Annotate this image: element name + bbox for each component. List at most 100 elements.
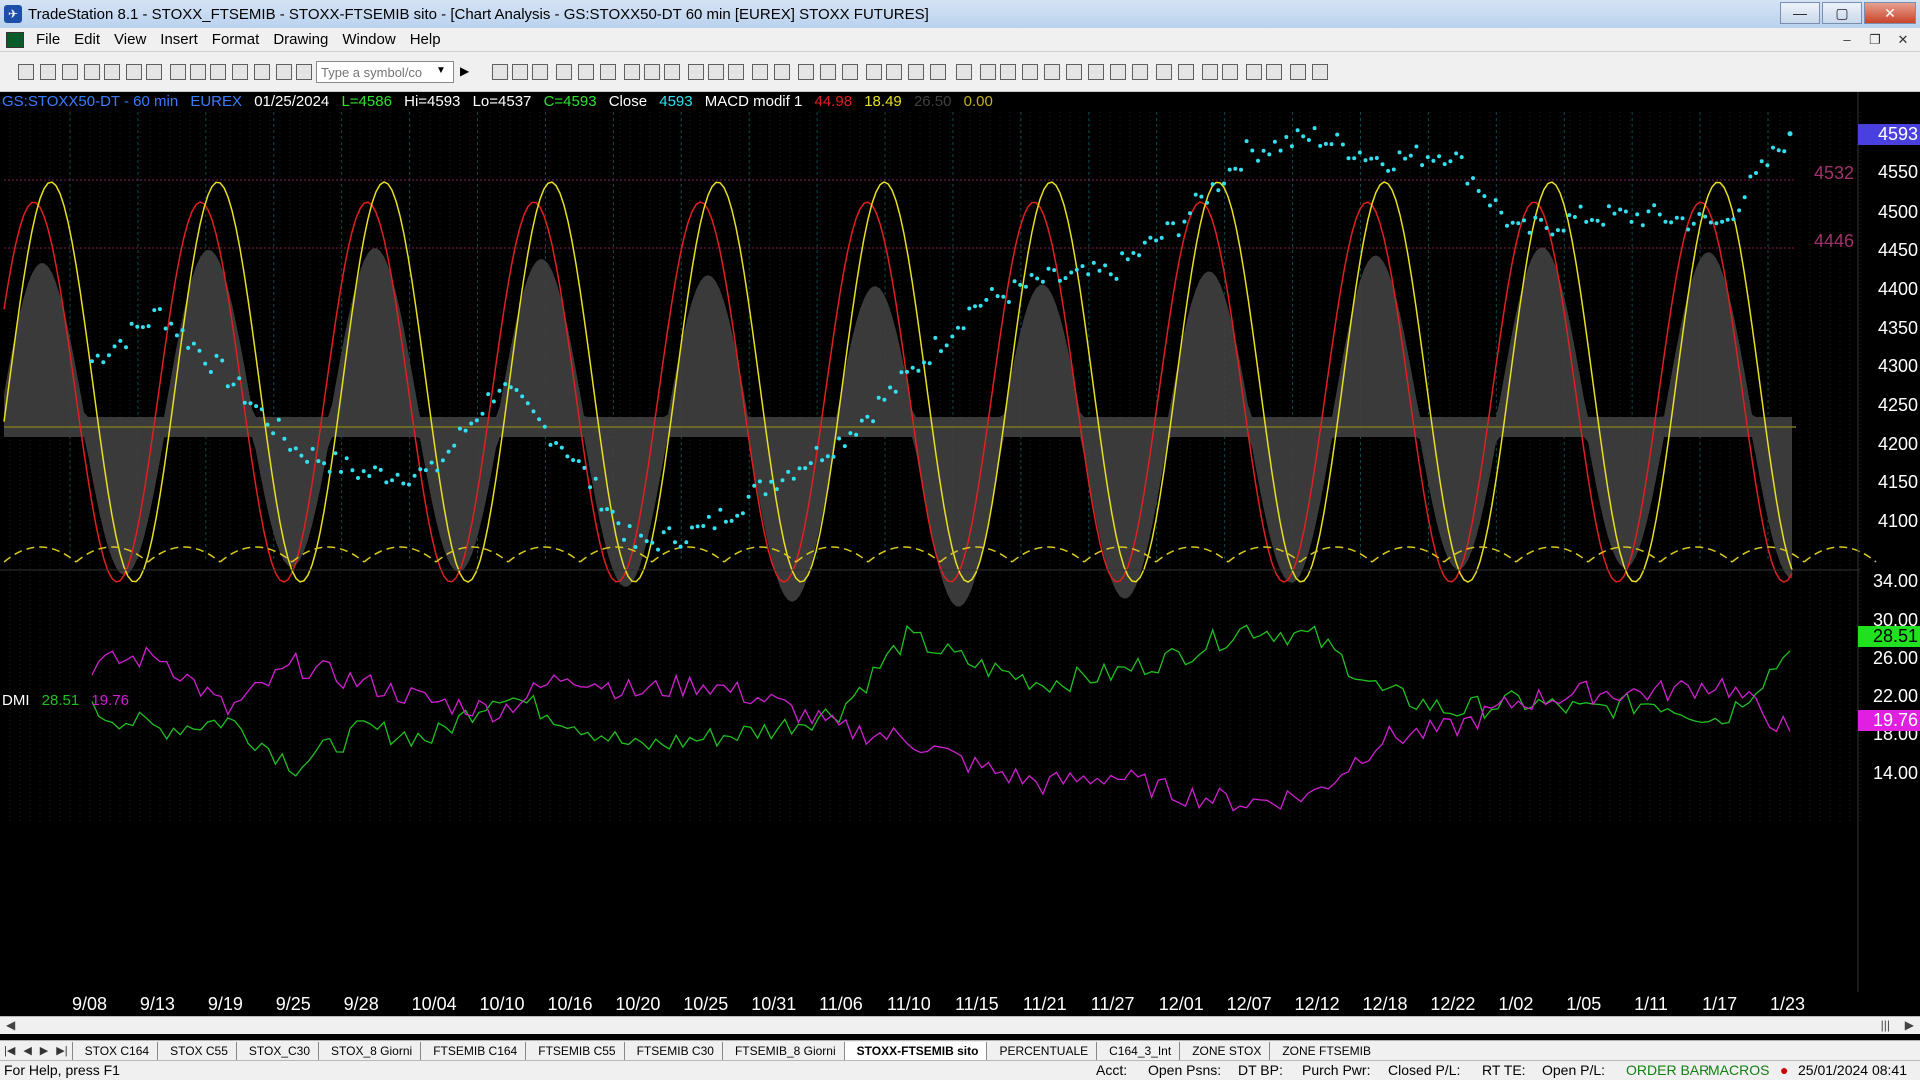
menu-insert[interactable]: Insert bbox=[156, 31, 208, 48]
tab-ftsemib-c30[interactable]: FTSEMIB C30 bbox=[623, 1041, 722, 1060]
chevron-down-icon[interactable]: ▼ bbox=[436, 65, 446, 76]
toolbar-tool-icon[interactable] bbox=[104, 64, 120, 80]
toolbar-tool-icon[interactable] bbox=[210, 64, 226, 80]
toolbar-tool-icon[interactable] bbox=[798, 64, 814, 80]
chart-horizontal-scrollbar[interactable]: ◀ ||| ▶ bbox=[0, 1016, 1920, 1034]
mdi-minimize-button[interactable]: – bbox=[1836, 30, 1858, 50]
chart-analysis-window[interactable]: GS:STOXX50-DT - 60 min EUREX 01/25/2024 … bbox=[0, 92, 1920, 1024]
toolbar-tool-icon[interactable] bbox=[296, 64, 312, 80]
toolbar-tool-icon[interactable] bbox=[126, 64, 142, 80]
menu-window[interactable]: Window bbox=[338, 31, 405, 48]
toolbar-tool-icon[interactable] bbox=[1178, 64, 1194, 80]
tab-zone-stox[interactable]: ZONE STOX bbox=[1179, 1041, 1269, 1060]
toolbar-tool-icon[interactable] bbox=[624, 64, 640, 80]
tab-first-icon[interactable]: |◀ bbox=[0, 1044, 19, 1057]
toolbar-tool-icon[interactable] bbox=[1044, 64, 1060, 80]
chart-window-icon[interactable] bbox=[6, 31, 24, 48]
tab-stox-c55[interactable]: STOX C55 bbox=[157, 1041, 236, 1060]
maximize-button[interactable]: ▢ bbox=[1822, 2, 1862, 24]
time-axis-label: 10/04 bbox=[411, 994, 457, 1014]
toolbar-tool-icon[interactable] bbox=[556, 64, 572, 80]
menu-view[interactable]: View bbox=[110, 31, 156, 48]
toolbar-tool-icon[interactable] bbox=[688, 64, 704, 80]
toolbar-tool-icon[interactable] bbox=[232, 64, 248, 80]
toolbar-tool-icon[interactable] bbox=[512, 64, 528, 80]
toolbar-tool-icon[interactable] bbox=[62, 64, 78, 80]
toolbar-tool-icon[interactable] bbox=[930, 64, 946, 80]
toolbar-tool-icon[interactable] bbox=[820, 64, 836, 80]
menu-file[interactable]: File bbox=[32, 31, 70, 48]
toolbar-tool-icon[interactable] bbox=[728, 64, 744, 80]
toolbar-tool-icon[interactable] bbox=[18, 64, 34, 80]
tab-ftsemib-c164[interactable]: FTSEMIB C164 bbox=[420, 1041, 525, 1060]
play-icon[interactable]: ▶ bbox=[460, 64, 469, 78]
toolbar-tool-icon[interactable] bbox=[84, 64, 100, 80]
toolbar-tool-icon[interactable] bbox=[908, 64, 924, 80]
price-point bbox=[356, 476, 360, 480]
toolbar-tool-icon[interactable] bbox=[532, 64, 548, 80]
toolbar-tool-icon[interactable] bbox=[644, 64, 660, 80]
toolbar-tool-icon[interactable] bbox=[866, 64, 882, 80]
tab-zone-ftsemib[interactable]: ZONE FTSEMIB bbox=[1269, 1041, 1379, 1060]
mdi-restore-button[interactable]: ❐ bbox=[1864, 30, 1886, 50]
toolbar-tool-icon[interactable] bbox=[1222, 64, 1238, 80]
minimize-button[interactable]: — bbox=[1780, 2, 1820, 24]
toolbar-tool-icon[interactable] bbox=[708, 64, 724, 80]
toolbar-tool-icon[interactable] bbox=[1110, 64, 1126, 80]
toolbar-tool-icon[interactable] bbox=[146, 64, 162, 80]
mdi-close-button[interactable]: ✕ bbox=[1892, 30, 1914, 50]
scroll-left-icon[interactable]: ◀ bbox=[6, 1018, 15, 1032]
tab-stox-8-giorni[interactable]: STOX_8 Giorni bbox=[318, 1041, 420, 1060]
menu-format[interactable]: Format bbox=[208, 31, 270, 48]
toolbar-tool-icon[interactable] bbox=[1156, 64, 1172, 80]
tab-last-icon[interactable]: ▶| bbox=[52, 1044, 71, 1057]
toolbar-tool-icon[interactable] bbox=[1066, 64, 1082, 80]
tab-ftsemib-c55[interactable]: FTSEMIB C55 bbox=[525, 1041, 623, 1060]
tab-prev-icon[interactable]: ◀ bbox=[19, 1044, 35, 1057]
toolbar-tool-icon[interactable] bbox=[254, 64, 270, 80]
toolbar-tool-icon[interactable] bbox=[170, 64, 186, 80]
toolbar-tool-icon[interactable] bbox=[774, 64, 790, 80]
toolbar-tool-icon[interactable] bbox=[956, 64, 972, 80]
toolbar-tool-icon[interactable] bbox=[1266, 64, 1282, 80]
tab-next-icon[interactable]: ▶ bbox=[36, 1044, 52, 1057]
price-point bbox=[656, 547, 660, 552]
toolbar-tool-icon[interactable] bbox=[886, 64, 902, 80]
scroll-right-icon[interactable]: ▶ bbox=[1905, 1018, 1914, 1032]
macros-button[interactable]: MACROS bbox=[1708, 1061, 1769, 1080]
toolbar-tool-icon[interactable] bbox=[1000, 64, 1016, 80]
menu-edit[interactable]: Edit bbox=[70, 31, 110, 48]
toolbar-tool-icon[interactable] bbox=[578, 64, 594, 80]
toolbar-tool-icon[interactable] bbox=[752, 64, 768, 80]
tab-stox-c164[interactable]: STOX C164 bbox=[71, 1041, 157, 1060]
tab-stoxx-ftsemib-sito[interactable]: STOXX-FTSEMIB sito bbox=[843, 1041, 987, 1060]
toolbar-tool-icon[interactable] bbox=[1088, 64, 1104, 80]
toolbar-tool-icon[interactable] bbox=[980, 64, 996, 80]
toolbar-tool-icon[interactable] bbox=[600, 64, 616, 80]
toolbar-tool-icon[interactable] bbox=[1022, 64, 1038, 80]
tab-percentuale[interactable]: PERCENTUALE bbox=[986, 1041, 1096, 1060]
toolbar-tool-icon[interactable] bbox=[1312, 64, 1328, 80]
order-bar-button[interactable]: ORDER BAR bbox=[1626, 1061, 1709, 1080]
close-button[interactable]: ✕ bbox=[1864, 2, 1916, 24]
toolbar-tool-icon[interactable] bbox=[276, 64, 292, 80]
toolbar-tool-icon[interactable] bbox=[40, 64, 56, 80]
tab-ftsemib-8-giorni[interactable]: FTSEMIB_8 Giorni bbox=[721, 1041, 844, 1060]
toolbar-tool-icon[interactable] bbox=[842, 64, 858, 80]
toolbar-tool-icon[interactable] bbox=[1290, 64, 1306, 80]
symbol-input[interactable] bbox=[316, 61, 454, 83]
toolbar-tool-icon[interactable] bbox=[664, 64, 680, 80]
menu-drawing[interactable]: Drawing bbox=[269, 31, 338, 48]
chart-canvas[interactable] bbox=[0, 92, 1920, 1024]
price-point bbox=[667, 526, 672, 531]
toolbar-tool-icon[interactable] bbox=[1246, 64, 1262, 80]
price-point bbox=[871, 419, 876, 424]
toolbar-tool-icon[interactable] bbox=[1202, 64, 1218, 80]
toolbar-tool-icon[interactable] bbox=[190, 64, 206, 80]
menu-help[interactable]: Help bbox=[406, 31, 451, 48]
tab-stox-c30[interactable]: STOX_C30 bbox=[235, 1041, 318, 1060]
tab-c164-3-int[interactable]: C164_3_Int bbox=[1096, 1041, 1179, 1060]
toolbar-tool-icon[interactable] bbox=[1132, 64, 1148, 80]
toolbar-tool-icon[interactable] bbox=[492, 64, 508, 80]
scroll-grip-icon[interactable]: ||| bbox=[1881, 1018, 1890, 1032]
